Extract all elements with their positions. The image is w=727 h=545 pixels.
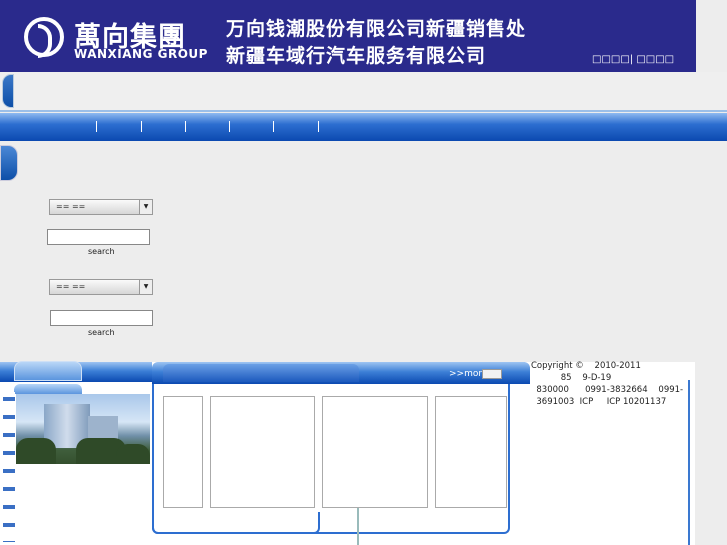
nav-separator bbox=[141, 121, 142, 132]
more-button[interactable] bbox=[482, 369, 502, 379]
news-panel-tab[interactable] bbox=[163, 364, 359, 382]
search-button-2[interactable]: search bbox=[88, 328, 115, 337]
product-card[interactable] bbox=[163, 396, 203, 508]
address-line: 85 9-D-19 bbox=[531, 373, 612, 383]
sidebar-tab-decoration bbox=[0, 145, 18, 181]
category-select-1-value: == == bbox=[56, 202, 86, 211]
film-strip-decoration bbox=[3, 392, 15, 542]
category-select-1[interactable]: == == ▼ bbox=[49, 199, 153, 215]
search-button-1[interactable]: search bbox=[88, 247, 115, 256]
nav-separator bbox=[185, 121, 186, 132]
phone-line: 830000 0991-3832664 0991- bbox=[531, 385, 684, 395]
header-top-links[interactable]: □□□□| □□□□ bbox=[592, 54, 674, 65]
banner-tab-decoration bbox=[2, 74, 14, 108]
wanxiang-logo-icon bbox=[24, 17, 64, 58]
category-select-2-value: == == bbox=[56, 282, 86, 291]
company-name-line1: 万向钱潮股份有限公司新疆销售处 bbox=[226, 18, 527, 40]
company-building-photo bbox=[16, 394, 150, 464]
nav-separator bbox=[318, 121, 319, 132]
banner-strip bbox=[0, 72, 727, 112]
nav-separator bbox=[273, 121, 274, 132]
left-panel-tab[interactable] bbox=[14, 361, 82, 381]
company-name-line2: 新疆车域行汽车服务有限公司 bbox=[226, 45, 487, 67]
news-panel-footer bbox=[152, 512, 320, 534]
nav-separator bbox=[229, 121, 230, 132]
left-panel-subtab[interactable] bbox=[14, 384, 82, 394]
logo-english-text: WANXIANG GROUP bbox=[74, 47, 208, 61]
search-input-2[interactable] bbox=[50, 310, 153, 326]
dropdown-arrow-icon: ▼ bbox=[139, 200, 152, 214]
nav-separator bbox=[96, 121, 97, 132]
search-input-1[interactable] bbox=[47, 229, 150, 245]
product-card[interactable] bbox=[210, 396, 315, 508]
main-nav-bar bbox=[0, 113, 727, 141]
copyright-footer: Copyright © 2010-2011 85 9-D-19 830000 0… bbox=[531, 360, 691, 408]
panel-divider bbox=[357, 508, 359, 545]
product-card[interactable] bbox=[322, 396, 428, 508]
dropdown-arrow-icon: ▼ bbox=[139, 280, 152, 294]
category-select-2[interactable]: == == ▼ bbox=[49, 279, 153, 295]
icp-line: 3691003 ICP ICP 10201137 bbox=[531, 397, 667, 407]
product-card[interactable] bbox=[435, 396, 507, 508]
contact-panel-header bbox=[510, 362, 530, 384]
copyright-line: Copyright © 2010-2011 bbox=[531, 361, 641, 371]
